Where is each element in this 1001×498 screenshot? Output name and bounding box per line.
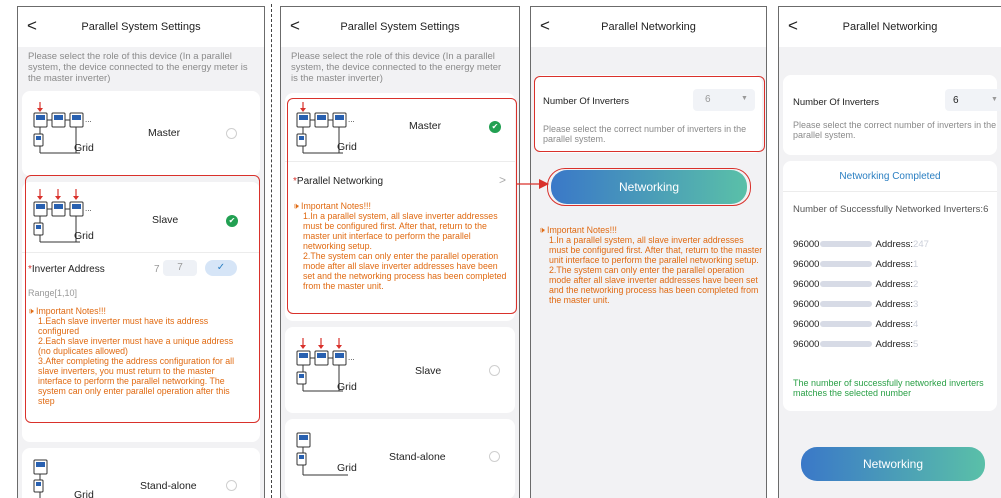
device-serial: 96000	[793, 259, 820, 270]
device-address-label: Address:	[875, 279, 914, 290]
networking-button[interactable]: Networking	[801, 447, 985, 481]
slave-label: Slave	[415, 365, 442, 377]
count-highlight-box	[534, 76, 765, 152]
arrow-right-icon	[517, 179, 549, 189]
device-row: 96000 Address:4	[793, 319, 1001, 339]
grid-label: Grid	[74, 489, 94, 498]
back-button[interactable]: <	[540, 16, 550, 36]
back-button[interactable]: <	[27, 16, 37, 36]
role-card-slave[interactable]: ... Grid Slave	[285, 327, 515, 413]
inverter-diagram-icon: ...	[296, 338, 355, 392]
device-row: 96000 Address:247	[793, 239, 1001, 259]
success-count: Number of Successfully Networked Inverte…	[793, 204, 989, 215]
note-line: 1.In a parallel system, all slave invert…	[549, 235, 763, 265]
role-hint: Please select the role of this device (I…	[291, 51, 502, 84]
device-serial: 96000	[793, 339, 820, 350]
device-address-label: Address:	[875, 239, 914, 250]
device-serial: 96000	[793, 279, 820, 290]
page-title: Parallel Networking	[842, 21, 938, 33]
screenshot-stage: < Parallel System Settings Please select…	[0, 0, 1001, 498]
panel-parallel-settings-master: < Parallel System Settings Please select…	[280, 6, 520, 498]
top-bar: < Parallel System Settings	[18, 7, 264, 47]
device-address-value: 1	[913, 259, 919, 270]
masked-serial	[820, 241, 873, 248]
svg-text:...: ...	[348, 353, 355, 362]
radio-unchecked-icon[interactable]	[226, 128, 237, 139]
device-row: 96000 Address:1	[793, 259, 1001, 279]
masked-serial	[820, 301, 873, 308]
device-serial: 96000	[793, 299, 820, 310]
device-serial: 96000	[793, 319, 820, 330]
standalone-label: Stand-alone	[389, 451, 446, 463]
networking-completed-title: Networking Completed	[839, 171, 941, 182]
panel-parallel-networking: < Parallel Networking Number Of Inverter…	[530, 6, 767, 498]
device-row: 96000 Address:3	[793, 299, 1001, 319]
device-address-label: Address:	[875, 339, 914, 350]
radio-unchecked-icon[interactable]	[489, 365, 500, 376]
important-notes: 🕩 Important Notes!!! 1.In a parallel sys…	[539, 225, 763, 305]
inverter-count-label: Number Of Inverters	[793, 97, 880, 108]
page-title: Parallel System Settings	[340, 21, 460, 33]
device-address-label: Address:	[875, 299, 914, 310]
inverter-count-card: Number Of Inverters 6 ▼ Please select th…	[783, 75, 1001, 155]
radio-unchecked-icon[interactable]	[489, 451, 500, 462]
panel-networking-completed: < Parallel Networking Number Of Inverter…	[778, 6, 1001, 498]
button-highlight-box	[547, 168, 751, 206]
page-title: Parallel System Settings	[81, 21, 201, 33]
grid-label: Grid	[74, 142, 94, 154]
role-card-standalone[interactable]: Grid Stand-alone	[285, 419, 515, 498]
speaker-icon: 🕩	[539, 225, 545, 235]
divider	[783, 191, 997, 192]
device-address-label: Address:	[875, 259, 914, 270]
device-address-value: 4	[913, 319, 919, 330]
role-card-master[interactable]: ... Grid Master	[22, 91, 260, 176]
grid-label: Grid	[337, 462, 357, 474]
top-bar: < Parallel Networking	[779, 7, 1001, 47]
device-row: 96000 Address:5	[793, 339, 1001, 359]
inverter-count-hint: Please select the correct number of inve…	[793, 120, 997, 140]
device-address-value: 2	[913, 279, 919, 290]
page-title: Parallel Networking	[601, 21, 696, 33]
masked-serial	[820, 281, 873, 288]
radio-unchecked-icon[interactable]	[226, 480, 237, 491]
device-address-label: Address:	[875, 319, 914, 330]
match-message: The number of successfully networked inv…	[793, 378, 984, 398]
svg-text:...: ...	[85, 115, 92, 124]
grid-label: Grid	[337, 381, 357, 393]
slave-highlight-box	[25, 175, 260, 423]
device-address-value: 247	[913, 239, 929, 250]
master-label: Master	[148, 127, 181, 139]
top-bar: < Parallel System Settings	[281, 7, 519, 47]
inverter-count-value: 6	[953, 95, 959, 106]
device-address-value: 5	[913, 339, 919, 350]
master-highlight-box	[287, 98, 517, 314]
device-list: 96000 Address:247 96000 Address:1 96000 …	[793, 239, 1001, 359]
masked-serial	[820, 341, 873, 348]
role-hint: Please select the role of this device (I…	[28, 51, 248, 84]
device-serial: 96000	[793, 239, 820, 250]
role-card-standalone[interactable]: Grid Stand-alone	[22, 448, 260, 498]
top-bar: < Parallel Networking	[531, 7, 766, 47]
notes-title: Important Notes!!!	[547, 225, 617, 235]
inverter-diagram-icon: ...	[33, 102, 92, 154]
masked-serial	[820, 321, 873, 328]
back-button[interactable]: <	[788, 16, 798, 36]
note-line: 2.The system can only enter the parallel…	[549, 265, 759, 305]
device-row: 96000 Address:2	[793, 279, 1001, 299]
masked-serial	[820, 261, 873, 268]
standalone-label: Stand-alone	[140, 480, 197, 492]
dropdown-arrow-icon[interactable]: ▼	[991, 96, 998, 103]
dashed-separator	[271, 4, 272, 498]
device-address-value: 3	[913, 299, 919, 310]
networking-result-card: Networking Completed Number of Successfu…	[783, 161, 997, 411]
inverter-diagram-icon	[296, 432, 348, 476]
panel-parallel-settings-slave: < Parallel System Settings Please select…	[17, 6, 265, 498]
back-button[interactable]: <	[290, 16, 300, 36]
